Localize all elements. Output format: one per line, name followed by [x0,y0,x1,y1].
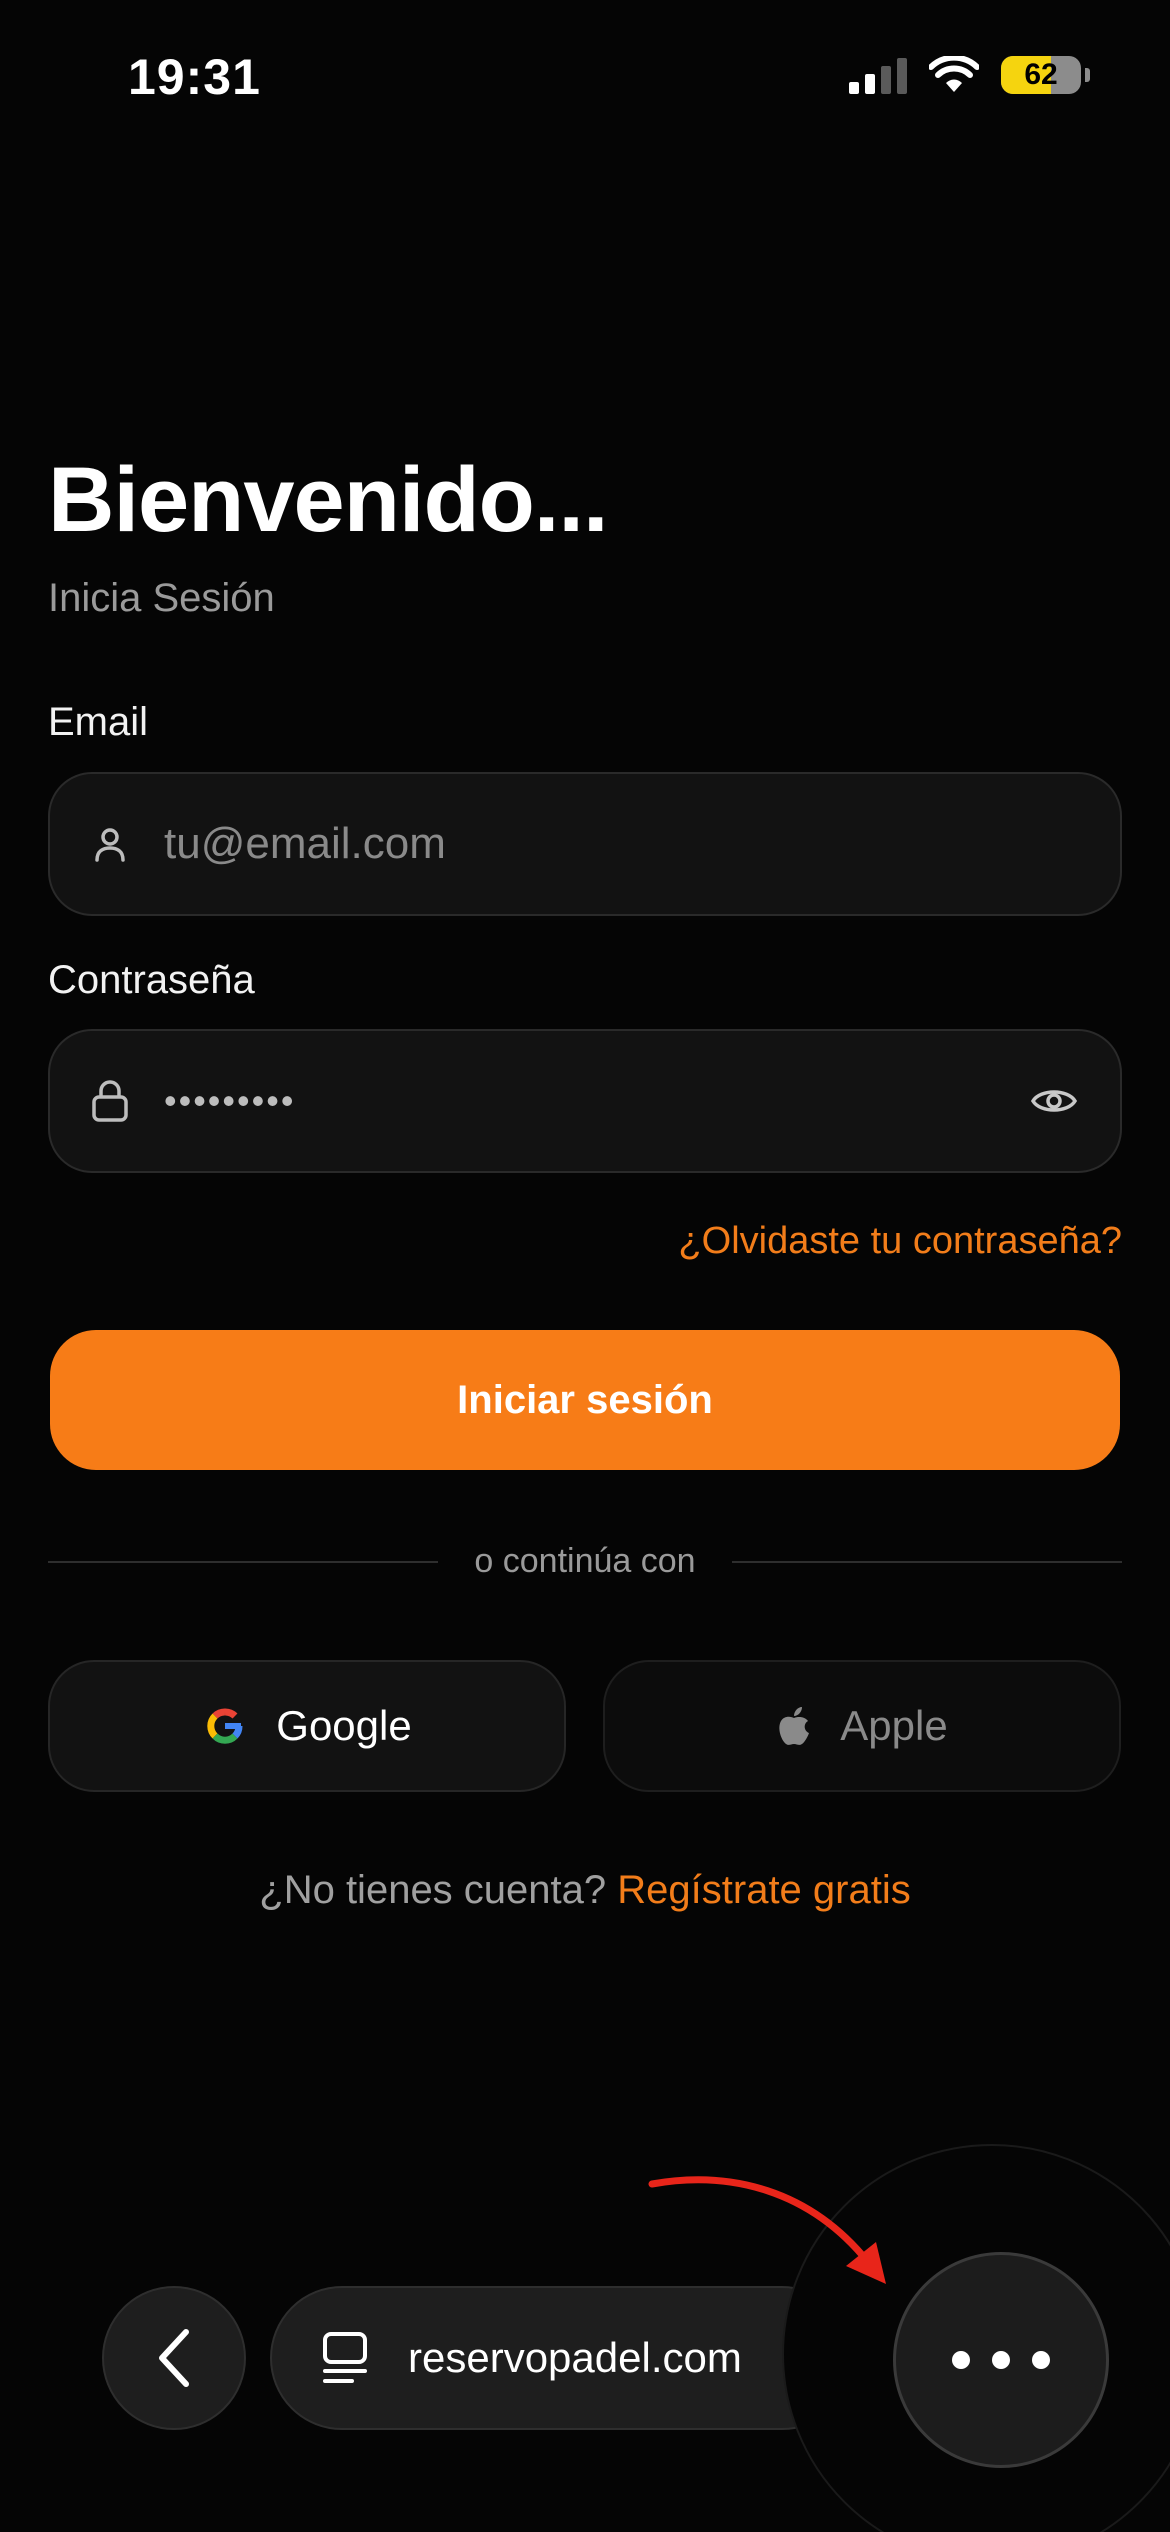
dot-icon [952,2351,970,2369]
register-link[interactable]: Regístrate gratis [617,1868,910,1912]
annotation-arrow-icon [648,2176,886,2284]
apple-icon [779,1707,810,1745]
divider: o continúa con [48,1542,1123,1581]
register-prompt: ¿No tienes cuenta? Regístrate gratis [0,1868,1170,1913]
email-field[interactable]: tu@email.com [48,772,1122,916]
page-tabs-icon [323,2332,367,2383]
dot-icon [1032,2351,1050,2369]
page-subtitle: Inicia Sesión [48,576,275,620]
back-button[interactable] [102,2286,246,2430]
apple-label: Apple [840,1702,948,1749]
show-password-eye-icon[interactable] [1028,1075,1080,1127]
password-label: Contraseña [48,958,255,1002]
divider-line-right [731,1560,1123,1563]
forgot-password-link[interactable]: ¿Olvidaste tu contraseña? [678,1220,1122,1263]
battery-tip [1085,68,1090,82]
page-title: Bienvenido... [48,449,609,551]
battery-level: 62 [1024,58,1058,91]
google-label: Google [276,1702,412,1749]
password-field[interactable]: ••••••••• [48,1029,1122,1173]
google-icon [207,1708,243,1744]
password-value: ••••••••• [164,1080,296,1121]
email-label: Email [48,700,149,744]
lock-icon [90,1080,130,1122]
chevron-left-icon [159,2329,189,2387]
url-text: reservopadel.com [408,2334,742,2381]
dot-icon [992,2351,1010,2369]
battery-icon: 62 [1001,56,1081,94]
apple-login-button[interactable]: Apple [603,1660,1121,1792]
divider-text: o continúa con [474,1542,696,1580]
status-time: 19:31 [128,49,261,105]
cellular-signal-icon [849,56,907,94]
divider-line-left [48,1560,439,1563]
more-options-button[interactable] [893,2252,1109,2468]
email-placeholder: tu@email.com [164,819,446,868]
address-bar[interactable]: reservopadel.com [270,2286,854,2430]
status-indicators: 62 [849,56,1090,94]
google-login-button[interactable]: Google [48,1660,566,1792]
login-button[interactable]: Iniciar sesión [50,1330,1120,1470]
wifi-icon [929,56,979,92]
user-icon [90,824,130,864]
register-prompt-text: ¿No tienes cuenta? [259,1868,607,1912]
